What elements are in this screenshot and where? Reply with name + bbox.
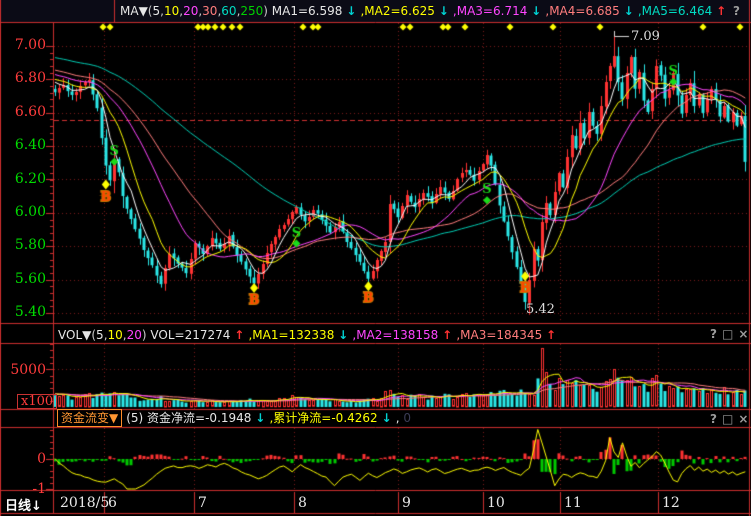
price-axis-label: 5.40	[4, 304, 46, 320]
month-label: 7	[198, 495, 207, 511]
header-token: )	[263, 4, 272, 18]
header-token: MA1=6.598	[272, 4, 346, 18]
header-token: ↑	[546, 328, 556, 342]
trading-app-window: MA▼(5,10,20,30,60,250) MA1=6.598 ↓ ,MA2=…	[0, 0, 751, 516]
month-label: 8	[298, 495, 307, 511]
header-token: ,MA5=6.464	[638, 4, 716, 18]
period-label: 日线	[5, 499, 31, 514]
volume-panel-icons: ? □ ×	[710, 327, 748, 341]
price-axis-label: 6.20	[4, 171, 46, 187]
help-icon[interactable]: ?	[710, 412, 717, 426]
header-token: ↓	[346, 4, 360, 18]
header-token: 5	[152, 4, 160, 18]
header-token: ↓	[255, 411, 269, 425]
volume-grid-label: 5000	[4, 362, 46, 378]
help-icon[interactable]: ?	[733, 4, 740, 18]
header-token: ,累计净流=-0.4262	[269, 411, 381, 425]
volume-multiplier-label: x100	[17, 394, 57, 409]
price-axis-label: 6.40	[4, 137, 46, 153]
header-token: 0	[403, 411, 411, 425]
price-axis-label: 6.00	[4, 204, 46, 220]
month-label: 6	[108, 495, 117, 511]
month-label: 10	[487, 495, 505, 511]
price-axis-label: 5.60	[4, 271, 46, 287]
header-token: ,MA2=6.625	[360, 4, 438, 18]
header-token: 10	[108, 328, 123, 342]
month-label: 2018/5	[60, 495, 109, 511]
header-token: 30	[202, 4, 217, 18]
price-axis-label: 6.60	[4, 104, 46, 120]
flow-panel-icons: ? □ ×	[710, 412, 748, 426]
flow-zero-label: 0	[4, 451, 46, 467]
period-dropdown-arrow: ↓	[31, 499, 42, 514]
header-token: ,MA1=132338	[248, 328, 338, 342]
month-label: 9	[402, 495, 411, 511]
price-axis-label: 7.00	[4, 37, 46, 53]
header-token: 250	[240, 4, 263, 18]
close-icon[interactable]: ×	[738, 412, 748, 426]
period-selector[interactable]: 日线↓	[5, 495, 42, 514]
flow-header-values: (5) 资金净流=-0.1948 ↓ ,累计净流=-0.4262 ↓ , 0	[126, 410, 411, 426]
header-token: ↓	[382, 411, 396, 425]
volume-header: VOL▼(5,10,20) VOL=217274 ↑ ,MA1=132338 ↓…	[58, 327, 556, 343]
header-token: (5)	[126, 411, 147, 425]
price-axis-label: 5.80	[4, 237, 46, 253]
header-token: 60	[221, 4, 236, 18]
main-ma-header: MA▼(5,10,20,30,60,250) MA1=6.598 ↓ ,MA2=…	[120, 3, 726, 19]
help-icon[interactable]: ?	[710, 327, 717, 341]
flow-header: 资金流变▼ (5) 资金净流=-0.1948 ↓ ,累计净流=-0.4262 ↓…	[57, 410, 411, 426]
header-token: ↑	[442, 328, 456, 342]
maximize-icon[interactable]: □	[722, 412, 733, 426]
month-label: 11	[564, 495, 582, 511]
header-token: 20	[127, 328, 142, 342]
chart-canvas[interactable]	[0, 0, 751, 516]
header-token: 10	[164, 4, 179, 18]
header-token: ↓	[624, 4, 638, 18]
vol-indicator-dropdown[interactable]: VOL▼	[58, 328, 91, 342]
header-token: ,MA3=184345	[456, 328, 546, 342]
month-label: 12	[662, 495, 680, 511]
header-token: ↓	[439, 4, 453, 18]
price-axis-label: 6.80	[4, 70, 46, 86]
high-price-annotation: 7.09	[631, 29, 660, 44]
header-token: ,MA4=6.685	[545, 4, 623, 18]
header-token: VOL=217274	[150, 328, 234, 342]
header-token: ↑	[716, 4, 726, 18]
header-token: ,MA2=138158	[352, 328, 442, 342]
header-token: 5	[96, 328, 104, 342]
maximize-icon[interactable]: □	[722, 327, 733, 341]
header-token: ↓	[338, 328, 352, 342]
close-icon[interactable]: ×	[738, 327, 748, 341]
header-token: 资金净流=-0.1948	[147, 411, 255, 425]
header-token: 20	[183, 4, 198, 18]
header-token: ↑	[234, 328, 248, 342]
header-token: ,MA3=6.714	[453, 4, 531, 18]
header-token: ↓	[531, 4, 545, 18]
ma-indicator-dropdown[interactable]: MA▼	[120, 4, 148, 18]
flow-indicator-dropdown[interactable]: 资金流变▼	[57, 409, 122, 427]
low-price-annotation: 5.42	[526, 302, 555, 317]
